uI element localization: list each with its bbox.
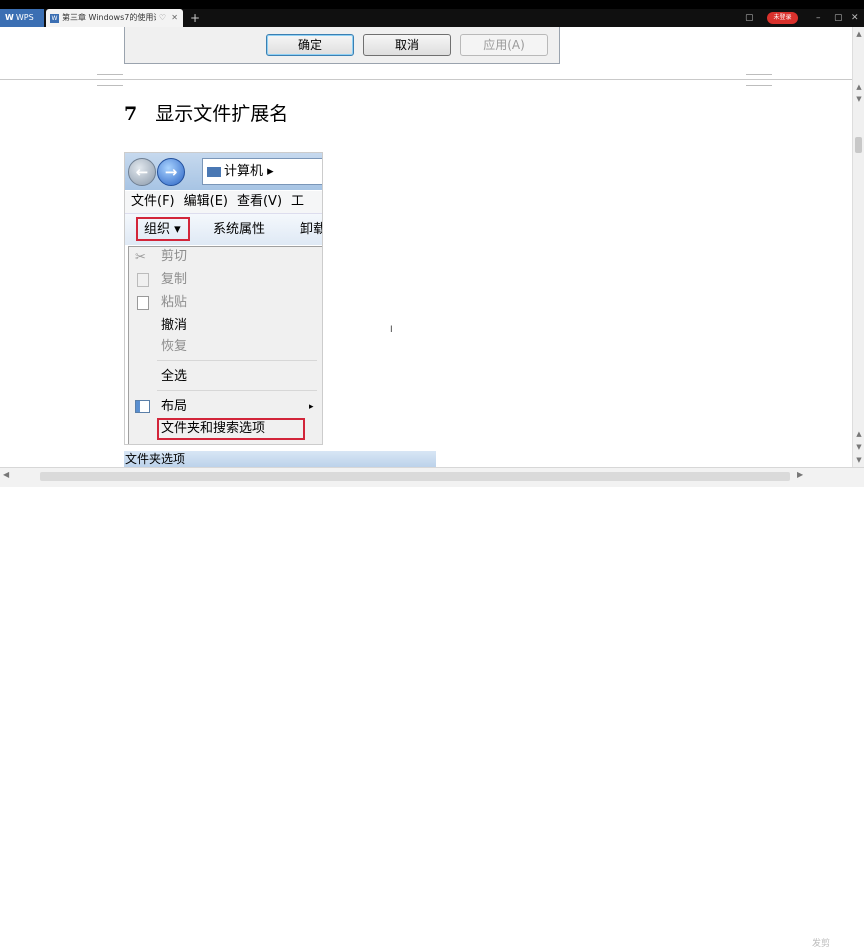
top-strip [0, 0, 864, 9]
wps-logo-icon: W [5, 13, 14, 22]
address-bar-area: ← → 计算机 ▸ [125, 153, 322, 190]
login-button[interactable]: 未登录 [767, 12, 798, 24]
organize-button: 组织 ▾ [136, 217, 190, 241]
vertical-scroll-thumb[interactable] [855, 137, 862, 153]
margin-mark [97, 74, 123, 75]
title-bar: WWPS W第三章 Windows7的使用讲义 ♡ ✕ + ▢ 未登录 – ▢ … [0, 0, 864, 27]
scroll-marker-icon[interactable]: ▼ [854, 442, 864, 452]
menu-tools: 工 [291, 194, 305, 209]
apply-button[interactable]: 应用(A) [460, 34, 548, 56]
scroll-marker-icon[interactable]: ▲ [854, 82, 864, 92]
back-arrow-icon: ← [135, 163, 149, 181]
menu-item-undo: 撤消 [161, 318, 188, 333]
computer-icon [207, 166, 221, 177]
menu-item-paste: 粘贴 [161, 295, 188, 310]
page-break-line [0, 79, 852, 80]
system-properties-button: 系统属性 [213, 222, 266, 237]
dialog-button-strip: 确定 取消 应用(A) [124, 27, 560, 64]
tab-title: 第三章 Windows7的使用讲义 [62, 13, 156, 22]
margin-mark [746, 85, 772, 86]
scroll-marker-icon[interactable]: ▲ [854, 429, 864, 439]
text-cursor-icon: I [390, 325, 393, 335]
watermark-text: 发剪 [812, 939, 831, 949]
submenu-arrow-icon: ▸ [309, 402, 314, 412]
copy-icon [137, 273, 149, 287]
scroll-down-icon[interactable]: ▼ [854, 455, 864, 465]
menu-item-layout: 布局 [161, 399, 188, 414]
horizontal-scroll-thumb[interactable] [40, 472, 790, 481]
scroll-left-icon[interactable]: ◀ [3, 470, 9, 479]
forward-arrow-icon: → [164, 163, 178, 181]
margin-mark [97, 85, 123, 86]
wps-app-button[interactable]: W WPS [0, 9, 44, 27]
menu-bar: 文件(F) 编辑(E) 查看(V) 工 [125, 191, 322, 214]
new-tab-button[interactable]: + [190, 9, 200, 27]
menu-item-copy: 复制 [161, 272, 188, 287]
margin-mark [746, 74, 772, 75]
menu-view: 查看(V) [236, 194, 283, 209]
minimize-icon[interactable]: – [816, 9, 821, 27]
command-bar: 组织 ▾ 系统属性 卸载 [125, 214, 322, 245]
folder-options-dialog-title: 文件夹选项 [124, 451, 436, 467]
address-text: 计算机 ▸ [224, 164, 274, 179]
scroll-marker-icon[interactable]: ▼ [854, 94, 864, 104]
organize-menu: ✂ 剪切 复制 粘贴 撤消 恢复 全选 布局 ▸ 文件夹和搜索选项 [128, 246, 322, 444]
cut-icon: ✂ [135, 250, 146, 265]
vertical-scrollbar[interactable]: ▲ ▲ ▼ ▲ ▼ ▼ [852, 27, 864, 467]
section-heading: 7 显示文件扩展名 [124, 99, 288, 126]
document-tab[interactable]: W第三章 Windows7的使用讲义 ♡ ✕ [46, 9, 183, 27]
document-icon: W [50, 13, 59, 23]
menu-item-cut: 剪切 [161, 249, 188, 264]
explorer-screenshot: ← → 计算机 ▸ 文件(F)编辑(E)查看(V)工 组织 ▾ 系统属性 卸载 … [124, 152, 323, 445]
menu-item-redo: 恢复 [161, 339, 188, 354]
window-mode-icon[interactable]: ▢ [745, 9, 754, 27]
layout-icon [135, 400, 150, 413]
menu-item-select-all: 全选 [161, 369, 188, 384]
highlight-box [157, 418, 305, 440]
document-canvas[interactable]: 确定 取消 应用(A) 7 显示文件扩展名 ← → 计算机 ▸ 文件(F) 编辑(E… [0, 27, 852, 467]
app-name: WPS [15, 13, 34, 22]
horizontal-scrollbar[interactable]: ◀ ▶ 发剪 [0, 467, 864, 949]
back-button: ← [128, 158, 156, 186]
close-window-icon[interactable]: ✕ [851, 9, 859, 27]
forward-button: → [157, 158, 185, 186]
address-box: 计算机 ▸ [202, 158, 322, 185]
paste-icon [137, 296, 149, 310]
menu-separator [157, 390, 317, 391]
cancel-button[interactable]: 取消 [363, 34, 451, 56]
maximize-icon[interactable]: ▢ [834, 9, 843, 27]
pin-icon[interactable]: ♡ [159, 9, 166, 27]
menu-separator [157, 360, 317, 361]
close-tab-icon[interactable]: ✕ [171, 9, 178, 27]
section-number: 7 [124, 103, 138, 125]
scroll-right-icon[interactable]: ▶ [797, 470, 803, 479]
uninstall-button: 卸载 [300, 222, 322, 237]
menu-file: 文件(F) [131, 194, 175, 209]
section-title: 显示文件扩展名 [155, 103, 289, 125]
menu-edit: 编辑(E) [183, 194, 228, 209]
scroll-up-icon[interactable]: ▲ [854, 29, 864, 39]
ok-button[interactable]: 确定 [266, 34, 354, 56]
